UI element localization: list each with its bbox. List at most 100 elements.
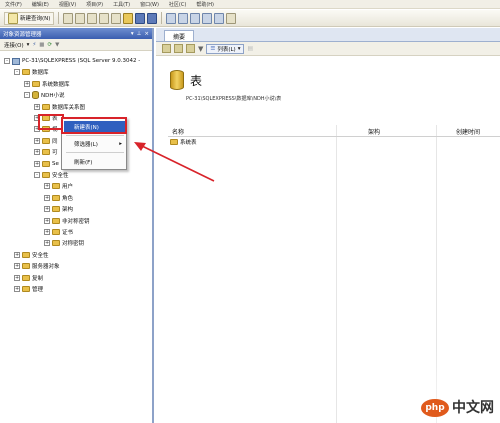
expand-icon[interactable]: + bbox=[14, 274, 20, 281]
filter-icon[interactable]: ▼ bbox=[198, 45, 203, 53]
tree-node[interactable]: + 用户 bbox=[44, 181, 73, 191]
tree-node[interactable]: - PC-31\SQLEXPRESS (SQL Server 9.0.3042 - bbox=[4, 56, 140, 66]
tree-node-label: 证书 bbox=[62, 230, 74, 236]
tree-node[interactable]: + 可 bbox=[34, 147, 58, 157]
context-menu-refresh[interactable]: 刷新(F) bbox=[64, 156, 126, 168]
object-explorer-icon[interactable] bbox=[178, 12, 189, 24]
tree-node[interactable]: + 管理 bbox=[14, 284, 43, 294]
menu-item[interactable]: 窗口(W) bbox=[140, 1, 159, 8]
menu-item[interactable]: 帮助(H) bbox=[196, 1, 214, 8]
properties-icon[interactable] bbox=[202, 12, 213, 24]
list-view-button[interactable]: ☰ 列表(L) ▾ bbox=[206, 43, 245, 54]
menu-item[interactable]: 编辑(E) bbox=[32, 1, 49, 8]
list-view-icon: ☰ bbox=[210, 45, 216, 52]
pin-icon[interactable]: ▾ bbox=[131, 31, 134, 37]
column-header-schema[interactable]: 架构 bbox=[368, 127, 380, 136]
tree-node[interactable]: + 数据库关系图 bbox=[34, 102, 85, 112]
column-header-name[interactable]: 名称 bbox=[172, 127, 184, 136]
tree-node[interactable]: + 复制 bbox=[14, 273, 43, 283]
expand-icon[interactable]: + bbox=[44, 240, 50, 247]
tree-node[interactable]: - 安全性 bbox=[34, 170, 69, 180]
registered-servers-icon[interactable] bbox=[166, 12, 177, 24]
summary-toolbar: ▼ ☰ 列表(L) ▾ ▤ bbox=[156, 42, 500, 56]
tree-node-label: PC-31\SQLEXPRESS (SQL Server 9.0.3042 - bbox=[22, 58, 141, 64]
tree-node[interactable]: + 安全性 bbox=[14, 250, 49, 260]
database-engine-query-icon[interactable] bbox=[63, 12, 74, 24]
expand-icon[interactable]: + bbox=[14, 286, 20, 292]
connect-dropdown-icon[interactable]: ▾ bbox=[27, 42, 30, 48]
refresh-icon[interactable]: ⟳ bbox=[47, 42, 52, 48]
tree-node[interactable]: + 服务器对象 bbox=[14, 261, 60, 271]
expand-icon[interactable]: + bbox=[34, 137, 40, 144]
tree-node[interactable]: + 对称密钥 bbox=[44, 238, 84, 248]
expand-icon[interactable]: + bbox=[44, 229, 50, 235]
toolbox-icon[interactable] bbox=[214, 12, 225, 24]
tree-node[interactable]: + Se bbox=[34, 159, 59, 169]
analysis-query-icon[interactable] bbox=[75, 12, 86, 24]
menu-item[interactable]: 文件(F) bbox=[5, 1, 22, 8]
object-explorer-panel: 对象资源管理器 ▾ ⊥ × 连接(O) ▾ ⚡ ■ ⟳ ▼ - PC-31\SQL… bbox=[0, 28, 154, 423]
column-header-created[interactable]: 创建时间 bbox=[456, 127, 480, 136]
xmla-query-icon[interactable] bbox=[111, 12, 122, 24]
tree-node[interactable]: - 数据库 bbox=[14, 67, 49, 77]
tree-node[interactable]: + 系统数据库 bbox=[24, 79, 70, 89]
context-menu-filter[interactable]: 筛选器(L) ▸ bbox=[64, 138, 126, 150]
collapse-icon[interactable]: - bbox=[24, 92, 30, 99]
close-icon[interactable]: × bbox=[144, 31, 149, 37]
save-icon[interactable] bbox=[135, 12, 146, 24]
sync-icon[interactable] bbox=[186, 44, 195, 53]
expand-icon[interactable]: + bbox=[34, 149, 40, 156]
list-item[interactable]: 系统表 bbox=[168, 137, 500, 147]
mdx-query-icon[interactable] bbox=[87, 12, 98, 24]
folder-icon bbox=[42, 172, 50, 178]
object-explorer-title-bar: 对象资源管理器 ▾ ⊥ × bbox=[0, 28, 152, 39]
folder-icon bbox=[170, 139, 178, 145]
menu-item[interactable]: 视图(V) bbox=[59, 1, 76, 8]
up-icon[interactable] bbox=[174, 44, 183, 53]
tab-summary[interactable]: 摘要 bbox=[164, 30, 195, 41]
report-icon[interactable]: ▤ bbox=[247, 45, 253, 52]
expand-icon[interactable]: + bbox=[34, 103, 40, 110]
expand-icon[interactable]: + bbox=[34, 160, 40, 167]
menu-item[interactable]: 项目(P) bbox=[86, 1, 103, 8]
open-file-icon[interactable] bbox=[123, 12, 134, 24]
menu-item[interactable]: 社区(C) bbox=[169, 1, 186, 8]
expand-icon[interactable]: + bbox=[44, 194, 50, 201]
tree-node[interactable]: + 角色 bbox=[44, 193, 73, 203]
database-icon bbox=[32, 91, 39, 100]
expand-icon[interactable]: + bbox=[14, 251, 20, 258]
tree-node[interactable]: + 架构 bbox=[44, 204, 73, 214]
object-explorer-title: 对象资源管理器 bbox=[3, 31, 42, 38]
filter-icon[interactable]: ▼ bbox=[55, 42, 59, 48]
tree-node[interactable]: + 非对称密钥 bbox=[44, 216, 90, 226]
watermark: php 中文网 bbox=[396, 349, 500, 423]
menu-item[interactable]: 工具(T) bbox=[113, 1, 130, 8]
expand-icon[interactable]: + bbox=[24, 80, 30, 87]
auto-hide-icon[interactable]: ⊥ bbox=[137, 31, 142, 37]
expand-icon[interactable]: + bbox=[14, 263, 20, 270]
save-all-icon[interactable] bbox=[147, 12, 158, 24]
object-explorer-toolbar: 连接(O) ▾ ⚡ ■ ⟳ ▼ bbox=[0, 39, 152, 51]
list-header: 名称 架构 创建时间 bbox=[168, 125, 500, 137]
tree-node[interactable]: + 同 bbox=[34, 136, 58, 146]
collapse-icon[interactable]: - bbox=[4, 58, 10, 64]
new-query-button[interactable]: 新建查询(N) bbox=[4, 11, 55, 25]
connect-button[interactable]: 连接(O) bbox=[4, 41, 24, 49]
collapse-icon[interactable]: - bbox=[34, 172, 40, 178]
tree-node[interactable]: + 证书 bbox=[44, 227, 73, 237]
collapse-icon[interactable]: - bbox=[14, 69, 20, 76]
tree-node[interactable]: - NDH小说 bbox=[24, 90, 65, 100]
expand-icon[interactable]: + bbox=[44, 206, 50, 213]
dmx-query-icon[interactable] bbox=[99, 12, 110, 24]
context-menu-separator bbox=[66, 152, 124, 153]
expand-icon[interactable]: + bbox=[44, 183, 50, 190]
back-icon[interactable] bbox=[162, 44, 171, 53]
folder-icon bbox=[42, 160, 50, 167]
disconnect-icon[interactable]: ⚡ bbox=[32, 42, 36, 48]
template-explorer-icon[interactable] bbox=[190, 12, 201, 24]
expand-icon[interactable]: + bbox=[44, 217, 50, 224]
tree-node-label: 复制 bbox=[32, 275, 44, 282]
stop-icon[interactable]: ■ bbox=[39, 42, 44, 48]
watermark-text: 中文网 bbox=[452, 400, 494, 416]
customize-icon[interactable] bbox=[226, 12, 237, 24]
